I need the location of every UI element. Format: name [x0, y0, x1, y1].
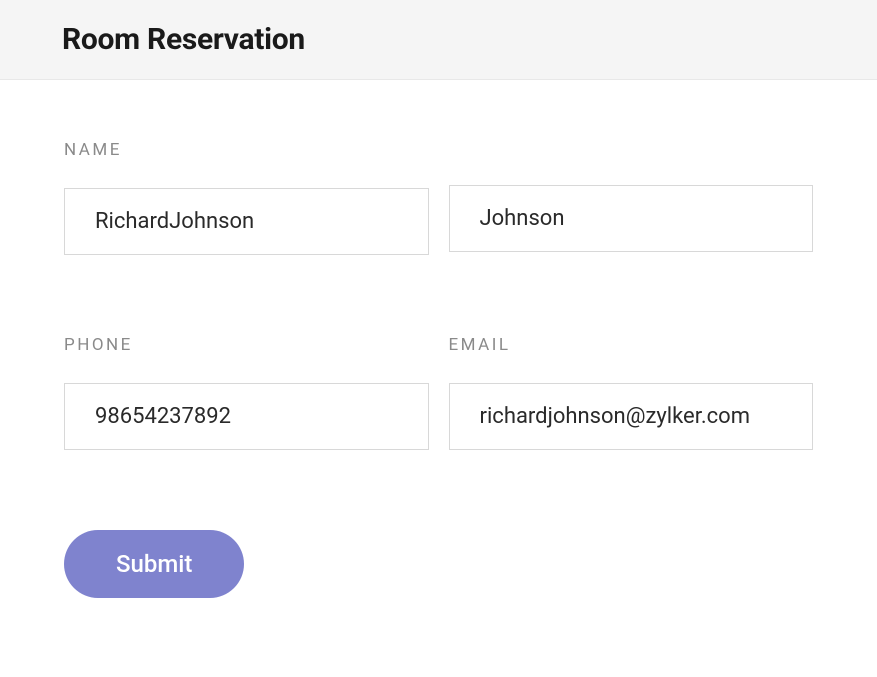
- label-spacer: [449, 140, 814, 157]
- submit-button[interactable]: Submit: [64, 530, 244, 598]
- first-name-group: NAME: [64, 140, 429, 255]
- email-input[interactable]: [449, 383, 814, 450]
- name-row: NAME: [64, 140, 813, 255]
- email-label: EMAIL: [449, 335, 814, 355]
- last-name-input[interactable]: [449, 185, 814, 252]
- name-label: NAME: [64, 140, 429, 160]
- email-group: EMAIL: [449, 335, 814, 450]
- contact-row: PHONE EMAIL: [64, 335, 813, 450]
- phone-group: PHONE: [64, 335, 429, 450]
- reservation-form: NAME PHONE EMAIL Submit: [0, 80, 877, 638]
- page-title: Room Reservation: [62, 22, 815, 57]
- first-name-input[interactable]: [64, 188, 429, 255]
- phone-input[interactable]: [64, 383, 429, 450]
- last-name-group: [449, 140, 814, 255]
- page-header: Room Reservation: [0, 0, 877, 80]
- phone-label: PHONE: [64, 335, 429, 355]
